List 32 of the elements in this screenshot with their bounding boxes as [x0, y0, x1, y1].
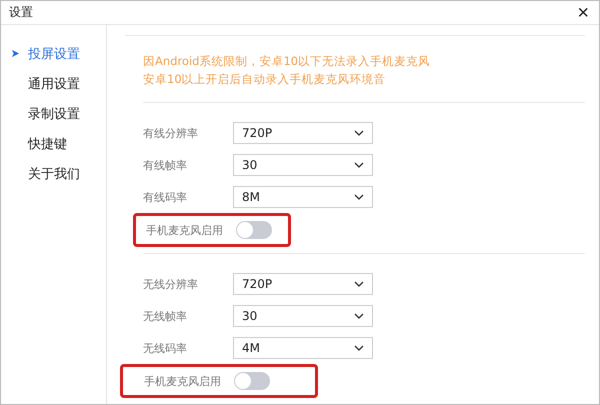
chevron-down-icon	[354, 345, 364, 351]
sidebar-item[interactable]: 快捷键	[1, 129, 106, 159]
chevron-down-icon	[354, 194, 364, 200]
toggle-label: 手机麦克风启用	[146, 222, 224, 238]
dropdown[interactable]: 30	[233, 305, 373, 327]
dropdown[interactable]: 8M	[233, 186, 373, 208]
arrow-icon	[11, 49, 20, 58]
toggle-switch[interactable]	[234, 372, 270, 390]
chevron-down-icon	[354, 313, 364, 319]
field-label: 有线码率	[143, 190, 188, 204]
dropdown[interactable]: 4M	[233, 337, 373, 359]
dropdown[interactable]: 720P	[233, 273, 373, 295]
sidebar-item[interactable]: 投屏设置	[1, 39, 106, 69]
notice-text: 因Android系统限制，安卓10以下无法录入手机麦克风	[143, 53, 432, 70]
close-button[interactable]: ×	[575, 2, 591, 22]
field-label: 有线分辨率	[143, 126, 199, 140]
field-label: 无线分辨率	[143, 276, 199, 292]
field-label: 无线码率	[143, 340, 188, 356]
notice-text: 安卓10以上开启后自动录入手机麦克风环境音	[143, 71, 387, 88]
chevron-down-icon	[354, 130, 364, 136]
sidebar-item[interactable]: 通用设置	[1, 69, 106, 99]
chevron-down-icon	[354, 162, 364, 168]
window-title: 设置	[9, 4, 33, 21]
dropdown[interactable]: 720P	[233, 122, 373, 144]
sidebar-item[interactable]: 关于我们	[1, 159, 106, 189]
toggle-switch[interactable]	[236, 221, 272, 239]
dropdown[interactable]: 30	[233, 154, 373, 176]
field-label: 有线帧率	[143, 158, 188, 172]
chevron-down-icon	[354, 281, 364, 287]
field-label: 无线帧率	[143, 308, 188, 324]
sidebar-item[interactable]: 录制设置	[1, 99, 106, 129]
toggle-label: 手机麦克风启用	[144, 374, 222, 388]
